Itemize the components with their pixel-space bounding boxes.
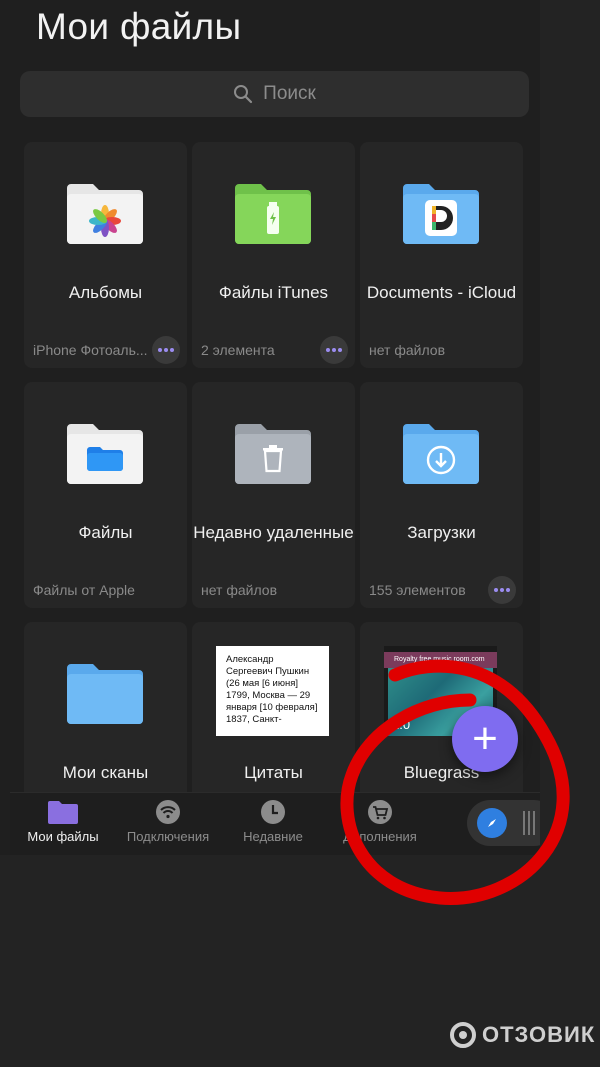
browser-toggle[interactable] [467,800,540,846]
folder-subtitle: Файлы от Apple [33,582,135,598]
documents-folder-icon [403,184,479,244]
folder-name: Альбомы [68,283,143,302]
folder-name: Мои сканы [62,763,149,782]
folder-card-downloads[interactable]: Загрузки 155 элементов [360,382,523,608]
drag-handle-icon[interactable] [523,811,535,835]
otzovik-watermark: ОТЗОВИК [450,1022,595,1048]
trash-folder-icon [235,424,311,484]
photos-folder-icon [67,184,143,244]
more-options-button[interactable] [152,336,180,364]
tab-label: Подключения [126,829,210,844]
tab-recent[interactable]: Недавние [218,799,328,844]
download-folder-icon [403,424,479,484]
cart-icon [368,800,392,824]
search-input[interactable]: Поиск [20,71,529,117]
tab-label: Недавние [243,829,303,844]
folder-card-itunes[interactable]: Файлы iTunes 2 элемента [192,142,355,368]
text-thumbnail: Александр Сергеевич Пушкин (26 мая [6 ию… [216,646,329,736]
folder-subtitle: iPhone Фотоаль... [33,342,148,358]
folder-subtitle: нет файлов [201,582,278,598]
thumbnail-caption: Royalty free music room.com [394,656,485,663]
files-folder-icon [67,424,143,484]
search-placeholder: Поиск [263,83,316,104]
otzovik-logo-icon [450,1022,476,1048]
tab-addons[interactable]: Дополнения [325,799,435,844]
more-options-button[interactable] [488,576,516,604]
tab-bar: Мои файлы Подключения Недавние Дополнени… [10,792,540,855]
folder-name: Documents - iCloud [366,283,517,302]
page-title: Мои файлы [36,6,242,47]
watermark-text: ОТЗОВИК [482,1022,596,1047]
folder-name: Файлы iTunes [218,283,329,302]
tab-connections[interactable]: Подключения [113,799,223,844]
folder-name: Загрузки [407,523,476,542]
wifi-icon [156,800,180,824]
file-name: Цитаты [244,763,303,782]
tab-my-files[interactable]: Мои файлы [8,799,118,844]
search-icon [234,85,253,104]
folder-name: Недавно удаленные [193,523,354,542]
compass-icon [477,808,507,838]
folder-name: Файлы [78,523,133,542]
folder-icon [48,801,78,824]
folder-subtitle: 2 элемента [201,342,275,358]
more-options-button[interactable] [320,336,348,364]
add-button[interactable]: + [452,706,518,772]
usb-folder-icon [235,184,311,244]
folder-subtitle: нет файлов [369,342,446,358]
tab-label: Мои файлы [27,829,99,844]
scans-folder-icon [67,664,143,724]
video-duration: 2:0 [392,717,411,732]
plus-icon: + [472,714,498,763]
folder-subtitle: 155 элементов [369,582,466,598]
folder-card-albums[interactable]: Альбомы iPhone Фотоаль... [24,142,187,368]
folder-card-recently-deleted[interactable]: Недавно удаленные нет файлов [192,382,355,608]
folder-card-documents-icloud[interactable]: Documents - iCloud нет файлов [360,142,523,368]
clock-icon [261,800,285,824]
folder-card-files[interactable]: Файлы Файлы от Apple [24,382,187,608]
app-screen: Мои файлы Поиск Альбомы iPhone Фотоаль..… [0,0,540,855]
tab-label: Дополнения [343,829,417,844]
